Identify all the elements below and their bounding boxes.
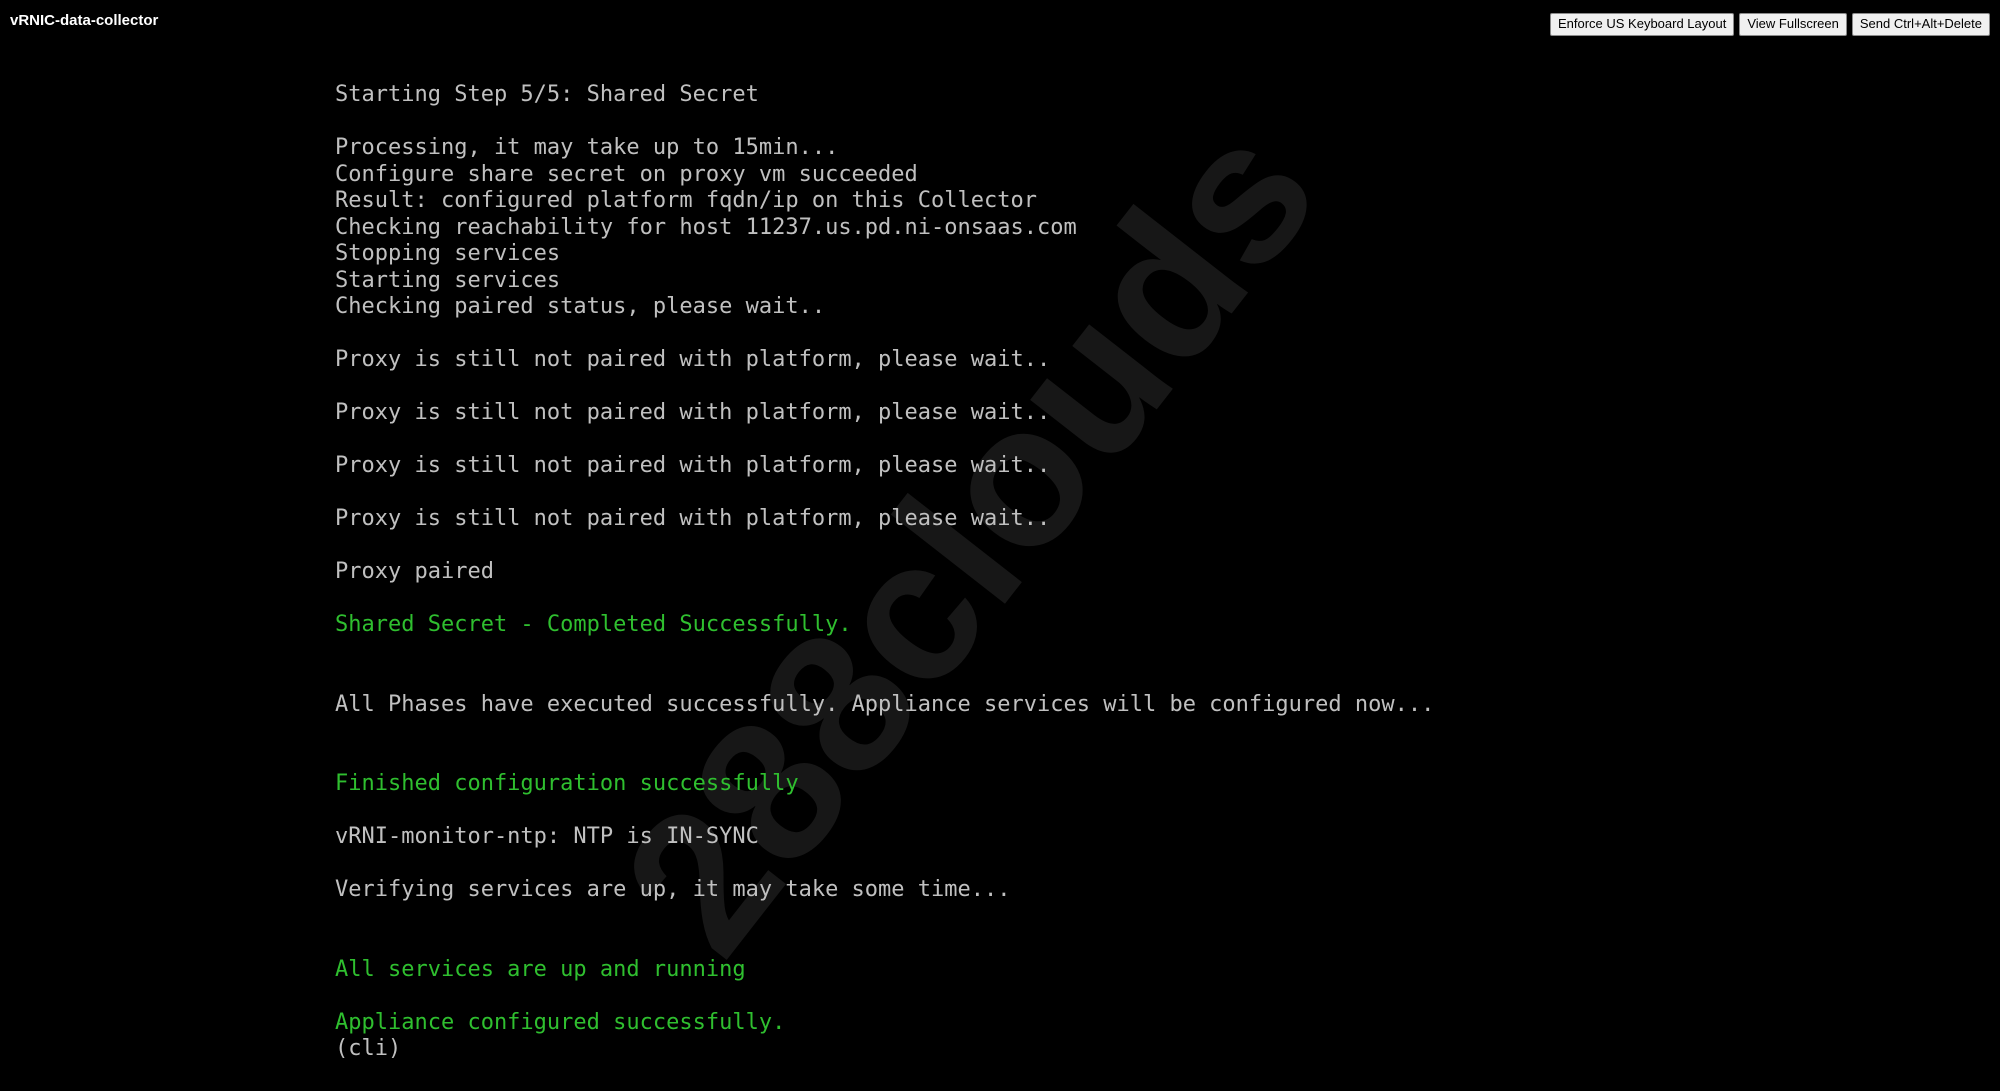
terminal-line: All Phases have executed successfully. A… [335, 691, 1435, 717]
terminal-line: Proxy is still not paired with platform,… [335, 347, 1051, 372]
terminal-line: Verifying services are up, it may take s… [335, 877, 1011, 902]
terminal-line: Stopping services [335, 241, 561, 266]
terminal-line: (cli) [335, 1036, 402, 1061]
terminal-line: Processing, it may take up to 15min... [335, 135, 839, 160]
terminal-line: Proxy is still not paired with platform,… [335, 400, 1051, 425]
terminal-line: vRNI-monitor-ntp: NTP is IN-SYNC [335, 824, 759, 849]
view-fullscreen-button[interactable]: View Fullscreen [1739, 13, 1847, 36]
terminal-line: Proxy is still not paired with platform,… [335, 453, 1051, 478]
terminal-line: Starting services [335, 267, 561, 293]
terminal-line: Proxy paired [335, 559, 494, 584]
enforce-us-keyboard-button[interactable]: Enforce US Keyboard Layout [1549, 13, 1735, 36]
vm-title: vRNIC-data-collector [10, 12, 159, 29]
terminal-line: Proxy is still not paired with platform,… [335, 506, 1051, 531]
terminal-line: Starting Step 5/5: Shared Secret [335, 82, 759, 107]
console-toolbar: Enforce US Keyboard Layout View Fullscre… [1549, 13, 1990, 36]
terminal-line: Checking reachability for host 11237.us.… [335, 214, 1077, 240]
terminal-line: Finished configuration successfully [335, 771, 799, 796]
terminal-line: Checking paired status, please wait.. [335, 294, 826, 319]
send-ctrl-alt-delete-button[interactable]: Send Ctrl+Alt+Delete [1851, 13, 1990, 36]
terminal-output: Starting Step 5/5: Shared Secret Processi… [335, 82, 1434, 1063]
terminal-line: All services are up and running [335, 956, 746, 982]
terminal-line: Shared Secret - Completed Successfully. [335, 612, 852, 637]
terminal-line: Configure share secret on proxy vm succe… [335, 161, 918, 187]
terminal-line: Appliance configured successfully. [335, 1009, 786, 1035]
vm-console-screen[interactable]: 288clouds Starting Step 5/5: Shared Secr… [0, 48, 2000, 1080]
terminal-line: Result: configured platform fqdn/ip on t… [335, 188, 1037, 213]
